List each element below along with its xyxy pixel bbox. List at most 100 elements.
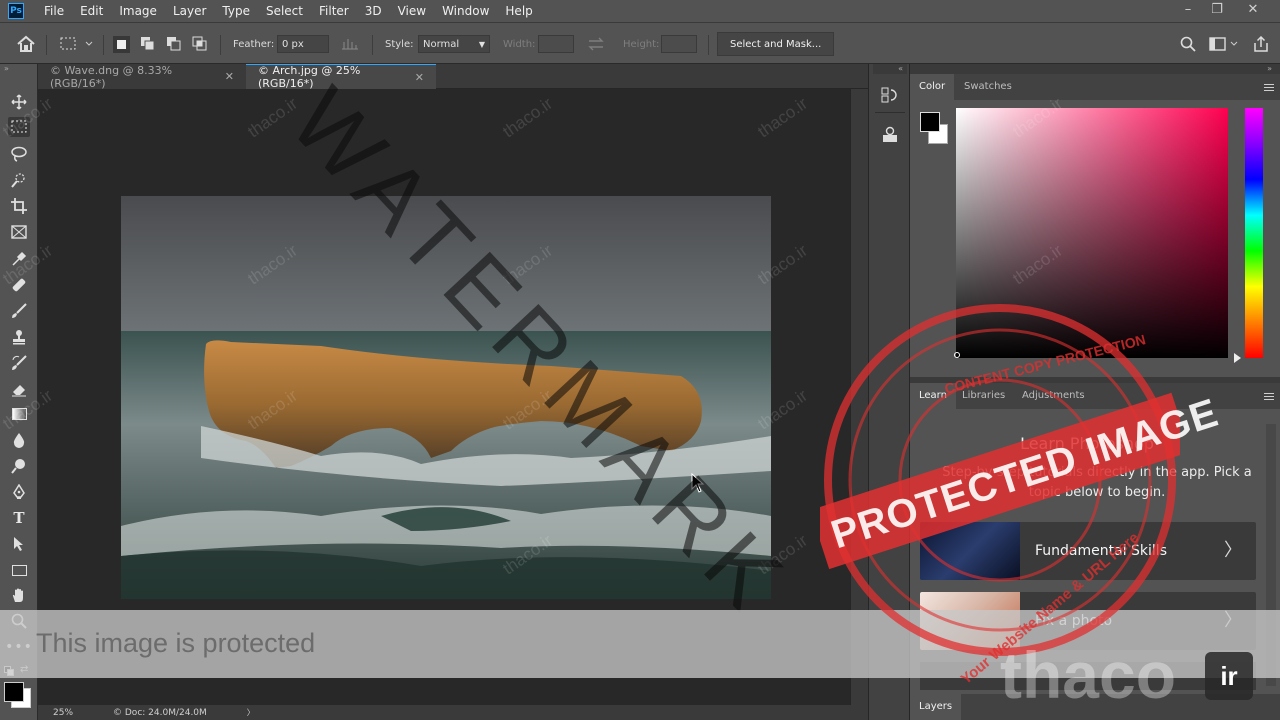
eraser-icon[interactable] [8,379,30,399]
tab-layers[interactable]: Layers [910,694,962,720]
height-label: Height: [623,38,660,50]
protected-banner-text: This image is protected [36,628,316,658]
type-icon[interactable]: T [8,508,30,528]
learn-title: Learn Photoshop [1020,434,1154,453]
blur-icon[interactable] [8,430,30,450]
pen-icon[interactable] [8,482,30,502]
zoom-level[interactable]: 25% [53,708,73,718]
collapse-icon[interactable]: » [4,64,9,73]
width-input [538,35,574,53]
marquee-icon[interactable] [8,117,30,137]
home-icon[interactable] [16,23,36,65]
minimize-button[interactable]: – [1173,0,1203,22]
tab-wave[interactable]: © Wave.dng @ 8.33% (RGB/16*) ✕ [38,63,246,90]
color-panel-tabs: Color Swatches [910,74,1280,100]
menu-edit[interactable]: Edit [72,0,111,22]
card-label: Fundamental Skills [1035,543,1167,559]
properties-panel-icon[interactable] [881,126,899,148]
chevron-down-icon: ▼ [478,39,485,49]
path-select-icon[interactable] [8,534,30,554]
color-fg-swatch[interactable] [920,112,940,132]
hand-icon[interactable] [8,585,30,605]
menu-window[interactable]: Window [434,0,497,22]
style-value: Normal [423,38,460,50]
color-field[interactable] [956,108,1228,358]
doc-size: © Doc: 24.0M/24.0M [113,707,207,718]
learn-description: Step-by-step tutorials directly in the a… [942,465,1252,500]
expand-icon[interactable]: « [873,64,907,74]
card-fundamental-skills[interactable]: Fundamental Skills 〉 [920,522,1256,580]
stamp-icon[interactable] [8,327,30,347]
status-menu-arrow-icon[interactable]: 〉 [247,707,255,718]
panel-menu-icon[interactable] [1264,82,1274,93]
menu-bar: Ps File Edit Image Layer Type Select Fil… [0,0,1280,22]
menu-layer[interactable]: Layer [165,0,214,22]
feather-label: Feather: [233,38,275,50]
card-thumbnail [920,522,1020,580]
subtract-selection-icon[interactable] [166,23,182,65]
hue-slider[interactable] [1245,108,1263,358]
crop-icon[interactable] [8,196,30,216]
width-label: Width: [503,38,536,50]
document-image[interactable] [121,196,771,599]
panel-menu-icon[interactable] [1264,391,1274,402]
tab-adjustments[interactable]: Adjustments [1013,383,1094,409]
menu-file[interactable]: File [36,0,72,22]
healing-icon[interactable] [8,275,30,295]
new-selection-icon[interactable] [113,23,130,65]
rectangle-icon[interactable] [8,560,30,580]
document-tabs: © Wave.dng @ 8.33% (RGB/16*) ✕ © Arch.jp… [38,63,868,90]
gradient-icon[interactable] [8,404,30,424]
feather-input[interactable]: 0 px [277,35,329,53]
quick-select-icon[interactable] [8,170,30,190]
color-picker-handle[interactable] [954,352,960,358]
intersect-selection-icon[interactable] [192,23,208,65]
style-select[interactable]: Normal ▼ [418,35,490,53]
marquee-preset-icon[interactable] [60,23,94,65]
style-label: Style: [385,38,414,50]
menu-view[interactable]: View [390,0,434,22]
history-brush-icon[interactable] [8,353,30,373]
close-icon[interactable]: ✕ [225,70,234,83]
add-selection-icon[interactable] [140,23,156,65]
options-bar: Feather: 0 px Style: Normal ▼ Width: Heig… [0,22,1280,64]
search-icon[interactable] [1180,23,1196,65]
learn-panel-tabs: Learn Libraries Adjustments [910,383,1280,409]
menu-help[interactable]: Help [497,0,540,22]
tab-wave-label: © Wave.dng @ 8.33% (RGB/16*) [50,63,173,90]
lasso-icon[interactable] [8,144,30,164]
close-icon[interactable]: ✕ [415,71,424,84]
move-icon[interactable] [8,92,30,112]
status-bar: 25% © Doc: 24.0M/24.0M 〉 [38,705,868,720]
foreground-color-swatch[interactable] [4,682,24,702]
anti-alias-icon[interactable] [341,23,359,65]
tab-arch-label: © Arch.jpg @ 25% (RGB/16*) [258,64,361,90]
workspace-icon[interactable] [1209,23,1239,65]
eyedropper-icon[interactable] [8,249,30,269]
close-button[interactable]: ✕ [1238,0,1268,22]
restore-button[interactable]: ❐ [1202,0,1232,22]
layers-panel-tabs: Layers [910,694,1280,720]
menu-filter[interactable]: Filter [311,0,357,22]
chevron-right-icon: 〉 [1224,540,1242,561]
photoshop-logo-icon[interactable]: Ps [8,3,24,19]
tab-learn[interactable]: Learn [910,383,956,409]
tab-arch[interactable]: © Arch.jpg @ 25% (RGB/16*) ✕ [246,64,436,90]
select-and-mask-button[interactable]: Select and Mask... [717,32,835,56]
collapse-panels-icon[interactable]: » [910,64,1280,74]
tab-color[interactable]: Color [910,74,955,100]
frame-icon[interactable] [8,222,30,242]
brush-icon[interactable] [8,301,30,321]
menu-type[interactable]: Type [214,0,258,22]
hue-slider-handle[interactable] [1234,353,1241,363]
history-panel-icon[interactable] [881,86,899,108]
tab-swatches[interactable]: Swatches [955,74,1021,100]
share-icon[interactable] [1253,23,1269,65]
menu-image[interactable]: Image [111,0,165,22]
menu-3d[interactable]: 3D [357,0,390,22]
menu-select[interactable]: Select [258,0,311,22]
tab-libraries[interactable]: Libraries [953,383,1014,409]
height-input [661,35,697,53]
dodge-icon[interactable] [8,456,30,476]
mouse-cursor-icon [691,473,705,493]
